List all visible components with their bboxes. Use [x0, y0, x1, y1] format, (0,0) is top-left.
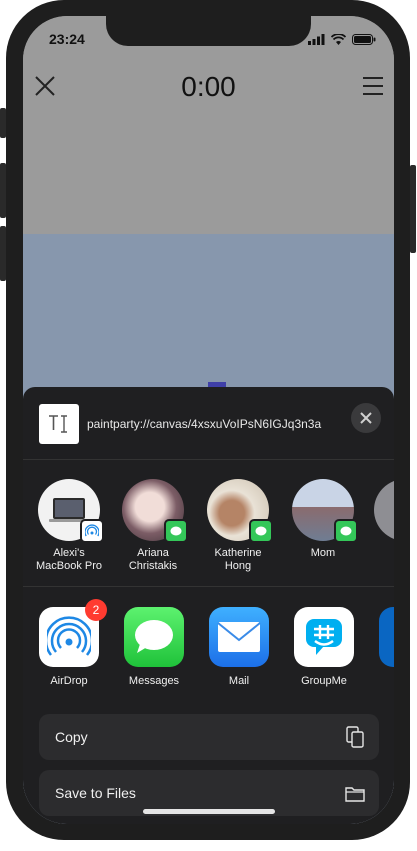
text-document-icon: [39, 404, 79, 444]
app-label: Messages: [128, 675, 180, 687]
person-katherine-hong[interactable]: Katherine Hong: [198, 479, 278, 573]
messages-badge-icon: [249, 519, 273, 543]
close-share-button[interactable]: [351, 403, 381, 433]
save-to-files-label: Save to Files: [55, 785, 136, 801]
menu-icon[interactable]: [362, 76, 384, 96]
airdrop-badge-icon: [80, 519, 104, 543]
copy-button[interactable]: Copy: [39, 714, 379, 760]
app-groupme[interactable]: GroupMe: [284, 607, 364, 687]
share-apps-row: 2 AirDrop Messages Mail GroupMe: [23, 587, 394, 707]
person-name-line1: Alexi's: [53, 547, 85, 559]
app-label: Li: [369, 675, 394, 687]
folder-icon: [345, 787, 365, 802]
volume-up-button: [0, 163, 6, 218]
katherine-avatar: [207, 479, 273, 543]
messages-badge-icon: [334, 519, 358, 543]
person-name-line1: Katherine: [214, 547, 262, 559]
status-time: 23:24: [49, 31, 85, 47]
person-name-line2: Christakis: [128, 560, 178, 572]
battery-icon: [352, 34, 376, 45]
person-partial[interactable]: C Ca: [365, 479, 394, 573]
notification-count-badge: 2: [85, 599, 107, 621]
share-sheet-header: paintparty://canvas/4xsxuVoIPsN6IGJq3n3a: [23, 387, 394, 460]
person-ariana-christakis[interactable]: Ariana Christakis: [113, 479, 193, 573]
person-name-line1: C: [365, 547, 394, 560]
timer-display: 0:00: [181, 71, 236, 102]
partial-avatar: [374, 479, 394, 541]
person-mom[interactable]: Mom: [283, 479, 363, 560]
groupme-icon: [294, 607, 354, 667]
app-label: GroupMe: [301, 675, 347, 687]
notch: [106, 16, 311, 46]
airdrop-people-row: Alexi's MacBook Pro Ariana Christakis Ka…: [23, 460, 394, 587]
share-url: paintparty://canvas/4xsxuVoIPsN6IGJq3n3a: [87, 417, 322, 431]
person-name-line1: Ariana: [137, 547, 169, 559]
share-sheet: paintparty://canvas/4xsxuVoIPsN6IGJq3n3a: [23, 387, 394, 824]
app-label: AirDrop: [50, 675, 88, 687]
messages-badge-icon: [164, 519, 188, 543]
close-icon: [360, 412, 372, 424]
person-name-line2: Hong: [224, 560, 252, 572]
copy-icon: [346, 726, 364, 748]
canvas-top-area: [23, 16, 394, 234]
person-name-line1: Mom: [310, 547, 336, 559]
app-airdrop[interactable]: 2 AirDrop: [29, 599, 109, 687]
signal-icon: [308, 34, 325, 45]
app-mail[interactable]: Mail: [199, 607, 279, 687]
screen: 23:24 0:00 paintparty://canvas/4xsxuVoIP…: [23, 16, 394, 824]
linkedin-icon: [379, 607, 394, 667]
volume-down-button: [0, 226, 6, 281]
messages-icon: [124, 607, 184, 667]
status-icons: [308, 34, 376, 45]
mail-icon: [209, 607, 269, 667]
home-indicator[interactable]: [143, 809, 275, 814]
app-label: Mail: [228, 675, 250, 687]
copy-label: Copy: [55, 729, 88, 745]
app-messages[interactable]: Messages: [114, 607, 194, 687]
mom-avatar: [292, 479, 358, 543]
wifi-icon: [331, 34, 346, 45]
mute-switch: [0, 108, 6, 138]
ariana-avatar: [122, 479, 188, 543]
app-partial[interactable]: Li: [369, 607, 394, 687]
macbook-avatar: [38, 479, 104, 543]
person-name-line2: MacBook Pro: [35, 560, 103, 572]
person-name-line2: Ca: [365, 560, 394, 573]
person-alexis-macbook[interactable]: Alexi's MacBook Pro: [29, 479, 109, 573]
airdrop-icon: 2: [39, 599, 107, 667]
power-button: [410, 165, 416, 253]
